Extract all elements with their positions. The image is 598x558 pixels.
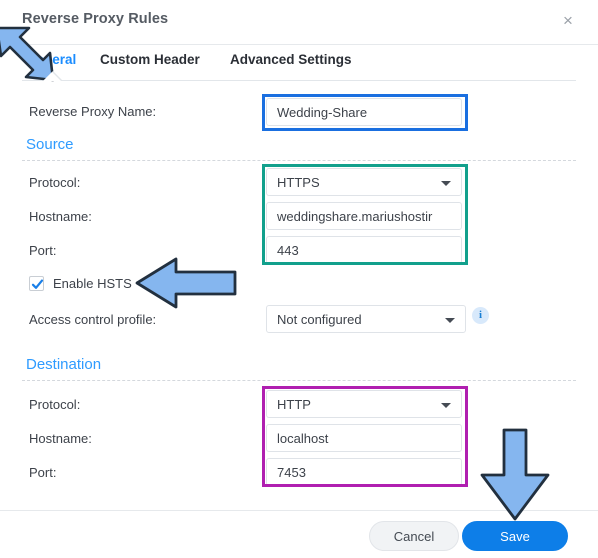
tab-advanced-settings[interactable]: Advanced Settings <box>230 52 352 67</box>
checkbox-box <box>29 276 44 291</box>
tab-custom-header[interactable]: Custom Header <box>100 52 200 67</box>
destination-protocol-select[interactable]: HTTP <box>266 390 462 418</box>
cancel-button[interactable]: Cancel <box>369 521 459 551</box>
reverse-proxy-rules-dialog: Reverse Proxy Rules × General Custom Hea… <box>0 0 598 558</box>
source-port-label: Port: <box>29 243 57 258</box>
source-port-input[interactable]: 443 <box>266 236 462 264</box>
destination-hostname-value: localhost <box>277 431 329 446</box>
source-protocol-label: Protocol: <box>29 175 81 190</box>
source-port-value: 443 <box>277 243 299 258</box>
access-control-profile-select[interactable]: Not configured <box>266 305 466 333</box>
destination-protocol-value: HTTP <box>277 397 311 412</box>
close-icon[interactable]: × <box>557 10 579 32</box>
destination-protocol-label: Protocol: <box>29 397 81 412</box>
destination-section-heading: Destination <box>26 356 102 373</box>
tab-general[interactable]: General <box>26 52 76 67</box>
destination-port-input[interactable]: 7453 <box>266 458 462 486</box>
dialog-title: Reverse Proxy Rules <box>22 11 169 27</box>
source-section-heading: Source <box>26 136 74 153</box>
tab-active-caret <box>43 72 61 81</box>
source-hostname-value: weddingshare.mariushostir <box>277 209 433 224</box>
reverse-proxy-name-input[interactable]: Wedding-Share <box>266 98 462 126</box>
dialog-titlebar: Reverse Proxy Rules × <box>0 0 598 44</box>
titlebar-divider <box>0 44 598 45</box>
destination-hostname-input[interactable]: localhost <box>266 424 462 452</box>
source-protocol-select[interactable]: HTTPS <box>266 168 462 196</box>
chevron-down-icon <box>441 403 451 408</box>
save-button[interactable]: Save <box>462 521 568 551</box>
annotation-arrow-save-button <box>480 428 550 521</box>
source-hostname-label: Hostname: <box>29 209 92 224</box>
chevron-down-icon <box>445 318 455 323</box>
tab-bar-divider <box>22 80 576 81</box>
source-hostname-input[interactable]: weddingshare.mariushostir <box>266 202 462 230</box>
source-protocol-value: HTTPS <box>277 175 320 190</box>
enable-hsts-label: Enable HSTS <box>53 276 132 291</box>
source-divider <box>22 160 576 161</box>
access-control-profile-value: Not configured <box>277 312 362 327</box>
footer-divider <box>0 510 598 511</box>
destination-divider <box>22 380 576 381</box>
destination-port-label: Port: <box>29 465 57 480</box>
destination-hostname-label: Hostname: <box>29 431 92 446</box>
destination-port-value: 7453 <box>277 465 306 480</box>
reverse-proxy-name-label: Reverse Proxy Name: <box>29 104 157 119</box>
access-control-profile-label: Access control profile: <box>29 312 157 327</box>
info-icon[interactable]: i <box>472 307 489 324</box>
annotation-arrow-enable-hsts <box>135 257 237 309</box>
checkmark-icon <box>31 279 44 289</box>
chevron-down-icon <box>441 181 451 186</box>
reverse-proxy-name-value: Wedding-Share <box>277 105 368 120</box>
